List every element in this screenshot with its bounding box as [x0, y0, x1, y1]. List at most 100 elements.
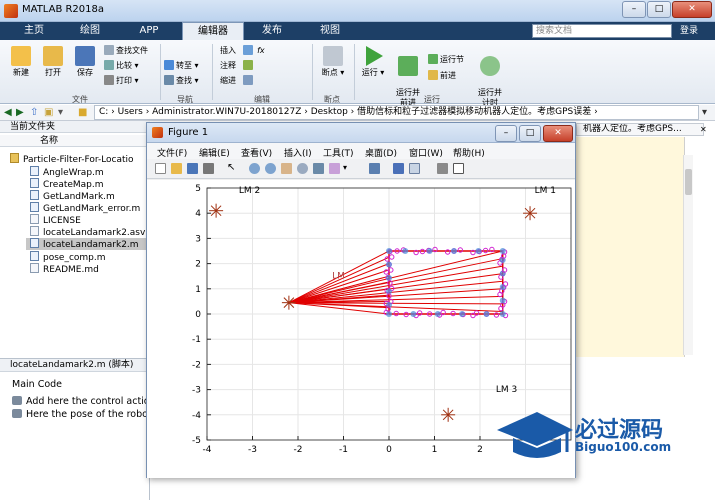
- login-button[interactable]: 登录: [680, 24, 698, 38]
- current-path[interactable]: C: › Users › Administrator.WIN7U-2018012…: [94, 105, 699, 120]
- file-label: locateLandamark2.m: [43, 240, 139, 250]
- rotate-icon[interactable]: [297, 163, 308, 174]
- pointer-icon[interactable]: ↖: [227, 162, 238, 173]
- run-section-button[interactable]: 运行节: [428, 54, 464, 66]
- editor-content-area[interactable]: [576, 137, 684, 357]
- file-item[interactable]: GetLandMark_error.m: [30, 202, 140, 214]
- compare-button[interactable]: 比较 ▾: [104, 60, 139, 72]
- indent-button[interactable]: 缩进: [220, 75, 255, 87]
- close-button[interactable]: ✕: [672, 1, 712, 18]
- menu-tools[interactable]: 工具(T): [323, 146, 354, 159]
- path-dropdown-icon[interactable]: ▾: [702, 107, 707, 118]
- code-outline-text: Add here the control action: [26, 396, 156, 407]
- pose-marker: [499, 284, 506, 290]
- zoom-out-icon[interactable]: [265, 163, 276, 174]
- menu-file[interactable]: 文件(F): [157, 146, 187, 159]
- pan-icon[interactable]: [281, 163, 292, 174]
- editor-scrollbar[interactable]: [683, 155, 693, 355]
- menu-insert[interactable]: 插入(I): [284, 146, 312, 159]
- colorbar-icon[interactable]: [393, 163, 404, 174]
- tab-home[interactable]: 主页: [12, 22, 56, 40]
- file-item[interactable]: LICENSE: [30, 214, 81, 226]
- menu-window[interactable]: 窗口(W): [409, 146, 443, 159]
- tab-editor[interactable]: 编辑器: [182, 22, 244, 40]
- browse-folder-icon[interactable]: ▣: [44, 107, 53, 118]
- file-item[interactable]: GetLandMark.m: [30, 190, 115, 202]
- landmark-label: LM 1: [535, 186, 556, 196]
- figure-minimize-button[interactable]: –: [495, 125, 517, 142]
- new-button[interactable]: 新建: [6, 46, 36, 78]
- pose-marker: [426, 248, 433, 254]
- figure-close-button[interactable]: ✕: [543, 125, 573, 142]
- figure-maximize-button[interactable]: □: [519, 125, 541, 142]
- find-icon: [164, 75, 174, 85]
- save-figure-icon[interactable]: [187, 163, 198, 174]
- tab-apps[interactable]: APP: [124, 22, 174, 40]
- menu-desktop[interactable]: 桌面(D): [365, 146, 397, 159]
- find-files-button[interactable]: 查找文件: [104, 45, 148, 57]
- section-title: Main Code: [12, 379, 63, 390]
- y-tick-label: -5: [192, 436, 201, 446]
- menu-view[interactable]: 查看(V): [241, 146, 272, 159]
- open-file-icon[interactable]: [171, 163, 182, 174]
- chevron-down-icon[interactable]: ▾: [58, 107, 63, 118]
- minimize-button[interactable]: –: [622, 1, 646, 18]
- editor-tab[interactable]: 机器人定位。考虑GPS...: [576, 123, 704, 136]
- hide-plot-tools-icon[interactable]: [437, 163, 448, 174]
- column-header-name[interactable]: 名称: [0, 135, 150, 147]
- brush-icon[interactable]: [329, 163, 340, 174]
- maximize-button[interactable]: □: [647, 1, 671, 18]
- y-tick-label: 0: [195, 310, 201, 320]
- run-button[interactable]: 运行 ▾: [358, 46, 388, 78]
- m-file-icon: [30, 190, 39, 200]
- folder-icon: [10, 153, 19, 163]
- folder-icon: ■: [78, 107, 88, 118]
- save-button[interactable]: 保存: [70, 46, 100, 78]
- file-item[interactable]: README.md: [30, 263, 99, 275]
- link-plot-icon[interactable]: [369, 163, 380, 174]
- open-button[interactable]: 打开: [38, 46, 68, 78]
- show-plot-tools-icon[interactable]: [453, 163, 464, 174]
- print-figure-icon[interactable]: [203, 163, 214, 174]
- editor-close-icon[interactable]: ✕: [700, 125, 707, 134]
- ribbon-separator: [212, 44, 213, 100]
- root-folder[interactable]: Particle-Filter-For-Locatio: [10, 153, 134, 165]
- file-item-selected[interactable]: locateLandamark2.m: [26, 238, 150, 250]
- file-item[interactable]: CreateMap.m: [30, 178, 104, 190]
- tab-plots[interactable]: 绘图: [68, 22, 112, 40]
- find-button[interactable]: 查找 ▾: [164, 75, 199, 87]
- current-folder-header: 当前文件夹: [0, 121, 150, 133]
- legend-icon[interactable]: [409, 163, 420, 174]
- new-figure-icon[interactable]: [155, 163, 166, 174]
- insert-icon: [242, 45, 253, 55]
- file-item[interactable]: locateLandamark2.asv: [30, 226, 145, 238]
- insert-button[interactable]: 插入 fx: [220, 45, 265, 57]
- menu-help[interactable]: 帮助(H): [453, 146, 485, 159]
- root-folder-label: Particle-Filter-For-Locatio: [23, 155, 134, 165]
- scrollbar-thumb[interactable]: [685, 169, 692, 195]
- tab-view[interactable]: 视图: [306, 22, 354, 40]
- file-item[interactable]: pose_comp.m: [30, 251, 106, 263]
- figure-menu-bar: 文件(F) 编辑(E) 查看(V) 插入(I) 工具(T) 桌面(D) 窗口(W…: [147, 143, 575, 159]
- comment-button[interactable]: 注释: [220, 60, 255, 72]
- search-input[interactable]: 搜索文档: [532, 24, 672, 38]
- menu-edit[interactable]: 编辑(E): [199, 146, 230, 159]
- chevron-down-icon[interactable]: ▾: [343, 163, 354, 174]
- code-outline-item[interactable]: Add here the control action: [12, 396, 156, 407]
- breakpoints-button[interactable]: 断点 ▾: [316, 46, 350, 78]
- save-icon: [75, 46, 95, 66]
- y-tick-label: 2: [195, 260, 201, 270]
- file-item[interactable]: AngleWrap.m: [30, 166, 104, 178]
- back-arrow-icon[interactable]: ◀: [4, 107, 12, 118]
- print-button[interactable]: 打印 ▾: [104, 75, 139, 87]
- tab-publish[interactable]: 发布: [250, 22, 294, 40]
- up-folder-icon[interactable]: ⇧: [30, 107, 38, 118]
- code-outline-item[interactable]: Here the pose of the robot: [12, 409, 152, 420]
- advance-button[interactable]: 前进: [428, 70, 456, 82]
- goto-button[interactable]: 转至 ▾: [164, 60, 199, 72]
- forward-arrow-icon[interactable]: ▶: [16, 107, 24, 118]
- data-cursor-icon[interactable]: [313, 163, 324, 174]
- current-folder-panel: 当前文件夹 名称 Particle-Filter-For-Locatio Ang…: [0, 121, 156, 500]
- find-label: 查找: [176, 76, 192, 85]
- zoom-in-icon[interactable]: [249, 163, 260, 174]
